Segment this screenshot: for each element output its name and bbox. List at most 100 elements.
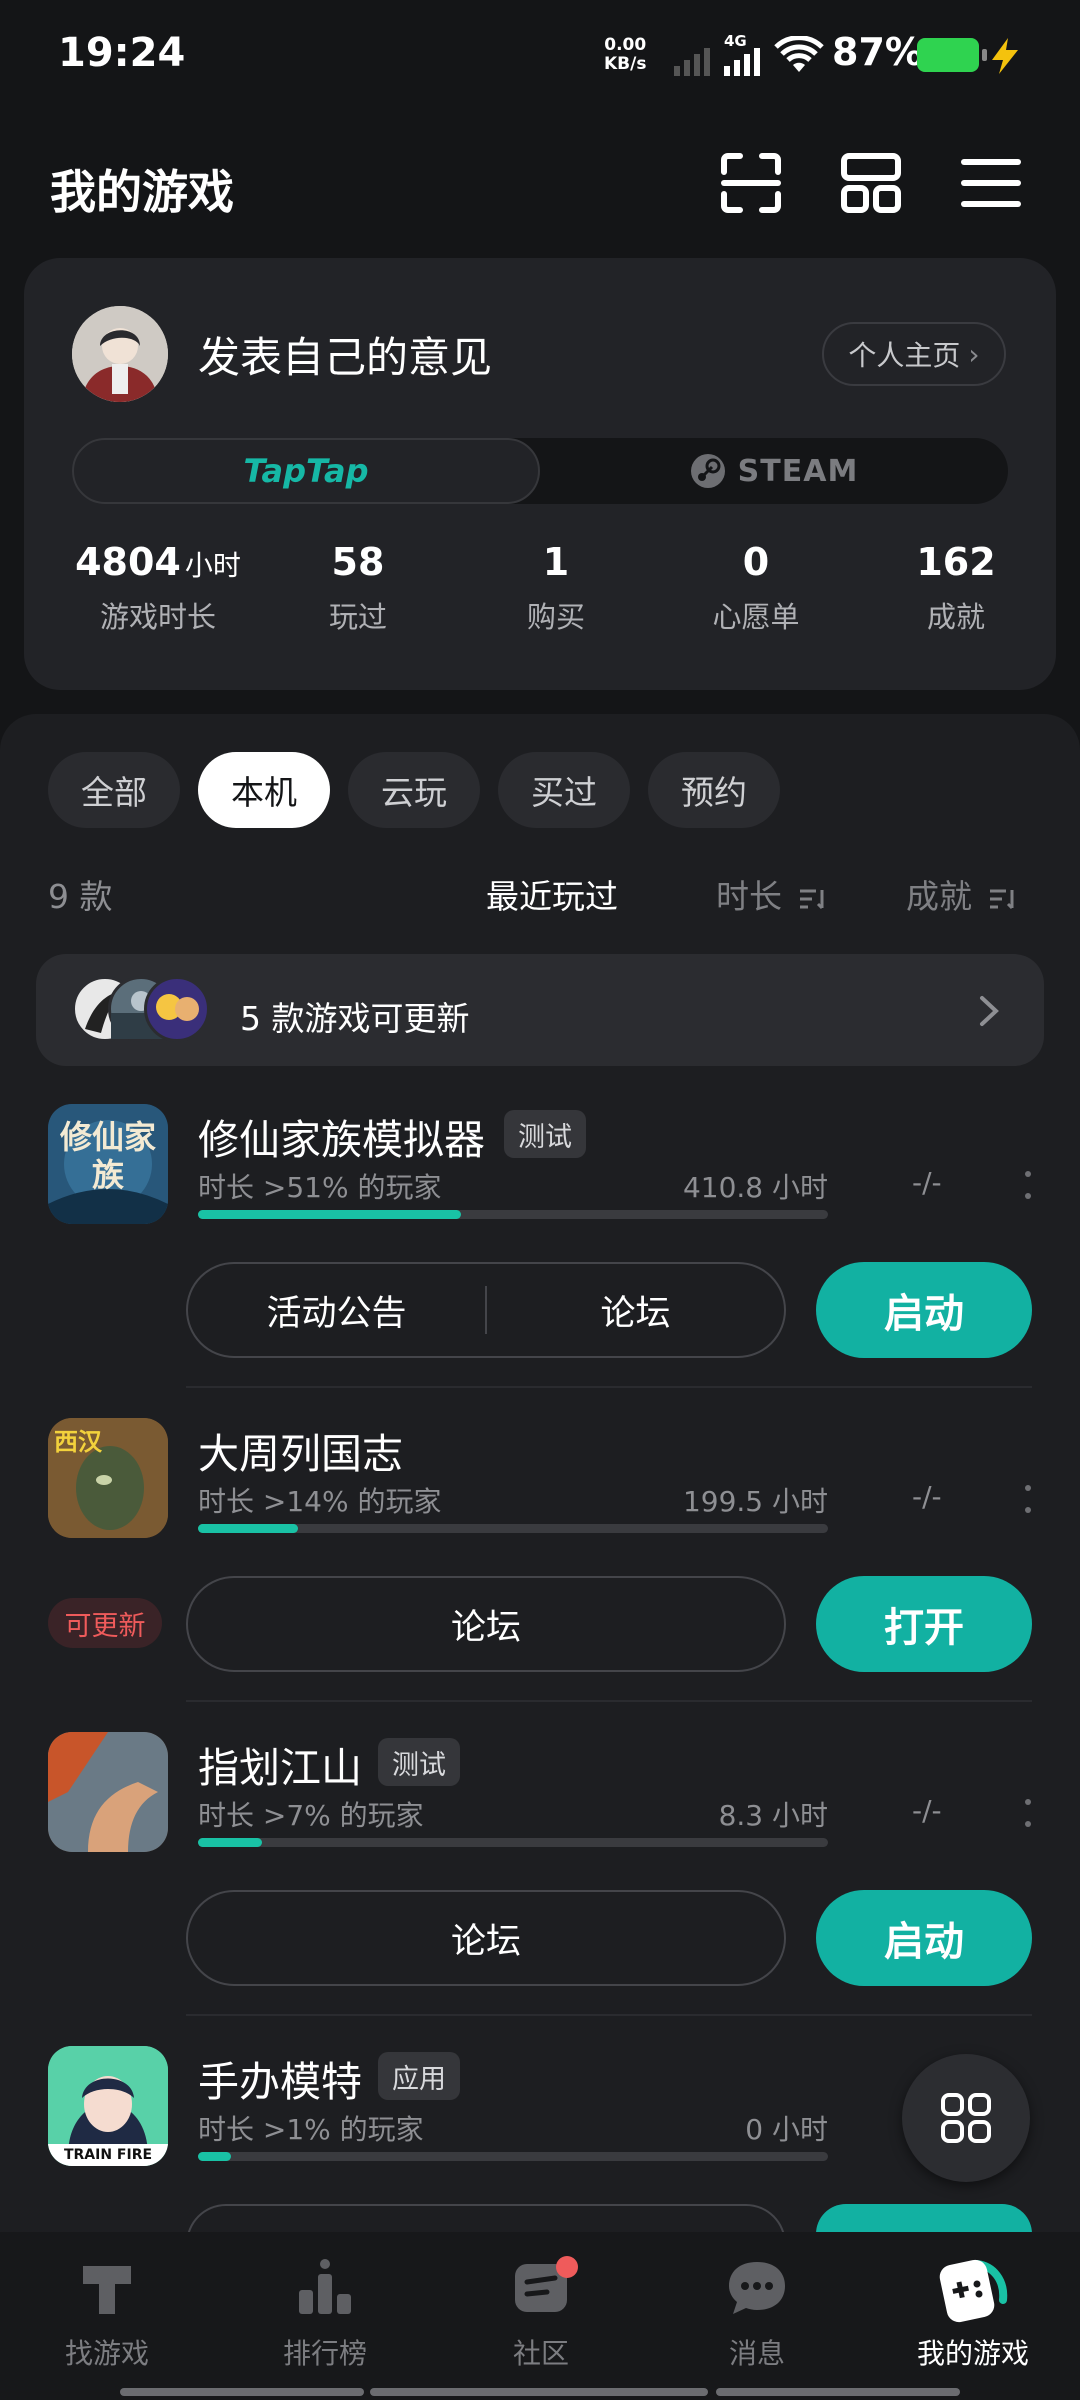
- game-playtime-rank: 时长 >14% 的玩家: [198, 1485, 442, 1518]
- stat-played[interactable]: 58 玩过: [268, 540, 448, 636]
- avatar[interactable]: [72, 306, 168, 402]
- update-badge[interactable]: 可更新: [48, 1598, 162, 1648]
- gesture-bar: [370, 2388, 708, 2396]
- game-icon-text: 修仙家族: [59, 1118, 156, 1194]
- announcement-button[interactable]: 活动公告: [188, 1285, 485, 1336]
- filter-reserved[interactable]: 预约: [648, 752, 780, 828]
- chevron-right-icon: ›: [968, 337, 980, 371]
- signal-weak-icon: [674, 48, 710, 76]
- game-achievements: -/-: [912, 1166, 942, 1199]
- stat-achievements[interactable]: 162 成就: [866, 540, 1046, 636]
- game-achievements: -/-: [912, 1794, 942, 1827]
- wifi-icon: [774, 36, 824, 72]
- playtime-bar: [198, 2152, 828, 2161]
- nav-ranking[interactable]: 排行榜: [240, 2256, 410, 2372]
- battery-percent: 87%: [832, 30, 923, 74]
- launch-button[interactable]: 启动: [816, 1262, 1032, 1358]
- row-divider: [186, 2014, 1032, 2016]
- game-hours: 199.5 小时: [682, 1485, 828, 1518]
- status-time: 19:24: [58, 30, 186, 76]
- game-icon-text: 西汉: [54, 1428, 102, 1456]
- game-tag: 测试: [378, 1738, 460, 1786]
- row-divider: [186, 1386, 1032, 1388]
- game-title[interactable]: 指划江山: [198, 1734, 362, 1794]
- find-games-icon: [83, 2266, 131, 2314]
- forum-button[interactable]: 论坛: [487, 1285, 784, 1336]
- game-hours: 410.8 小时: [682, 1171, 828, 1204]
- game-count: 9 款: [48, 877, 113, 916]
- more-options-icon[interactable]: [1024, 1484, 1032, 1514]
- avatar-image: [72, 306, 168, 402]
- game-playtime-rank: 时长 >51% 的玩家: [198, 1171, 442, 1204]
- username: 发表自己的意见: [198, 333, 493, 382]
- game-icon[interactable]: [48, 1732, 168, 1852]
- game-playtime-rank: 时长 >1% 的玩家: [198, 2113, 424, 2146]
- game-icon[interactable]: 修仙家族: [48, 1104, 168, 1224]
- launch-button[interactable]: 启动: [816, 1890, 1032, 1986]
- platform-steam-tab[interactable]: STEAM: [540, 438, 1008, 504]
- game-playtime-rank: 时长 >7% 的玩家: [198, 1799, 424, 1832]
- forum-button[interactable]: 论坛: [186, 1576, 786, 1672]
- stat-wishlist[interactable]: 0 心愿单: [666, 540, 846, 636]
- forum-button[interactable]: 论坛: [186, 1890, 786, 1986]
- messages-icon: [729, 2262, 785, 2314]
- game-tag: 测试: [504, 1110, 586, 1158]
- game-title[interactable]: 手办模特: [198, 2048, 362, 2108]
- gesture-bar: [716, 2388, 960, 2396]
- sort-icon: [989, 889, 1013, 909]
- game-title[interactable]: 大周列国志: [198, 1420, 403, 1480]
- my-games-icon: [939, 2259, 1008, 2323]
- nav-my-games[interactable]: 我的游戏: [888, 2256, 1058, 2372]
- playtime-bar-fill: [198, 2152, 231, 2161]
- ranking-icon: [299, 2259, 351, 2314]
- nav-find-games[interactable]: 找游戏: [22, 2256, 192, 2372]
- menu-icon[interactable]: [958, 150, 1024, 216]
- stat-playtime[interactable]: 4804 小时 游戏时长: [48, 540, 268, 636]
- sort-recent[interactable]: 最近玩过: [486, 870, 618, 918]
- game-tag: 应用: [378, 2052, 460, 2100]
- scan-icon[interactable]: [718, 150, 784, 216]
- game-icon[interactable]: 西汉: [48, 1418, 168, 1538]
- game-actions: 活动公告 论坛: [186, 1262, 786, 1358]
- game-hours: 0 小时: [745, 2113, 828, 2146]
- stat-purchased[interactable]: 1 购买: [466, 540, 646, 636]
- nav-messages[interactable]: 消息: [672, 2256, 842, 2372]
- game-achievements: -/-: [912, 1480, 942, 1513]
- update-game-icon: [144, 976, 210, 1042]
- page-title: 我的游戏: [50, 165, 234, 219]
- chevron-right-icon: [980, 996, 999, 1026]
- launch-button[interactable]: [816, 2204, 1032, 2234]
- sort-icon: [799, 889, 823, 909]
- game-title[interactable]: 修仙家族模拟器: [198, 1106, 485, 1166]
- filter-cloud[interactable]: 云玩: [348, 752, 480, 828]
- filter-all[interactable]: 全部: [48, 752, 180, 828]
- filter-local[interactable]: 本机: [198, 752, 330, 828]
- charging-icon: [992, 38, 1018, 74]
- game-icon-caption: TRAIN FIRE: [48, 2144, 168, 2166]
- notification-dot: [556, 2256, 578, 2278]
- more-options-icon[interactable]: [1024, 1798, 1032, 1828]
- game-icon-art: [48, 1732, 168, 1852]
- sort-achievement[interactable]: 成就: [906, 870, 1017, 918]
- status-bar: 19:24 0.00 KB/s 4G 87%: [0, 0, 1080, 110]
- character-thumbnail: [156, 994, 199, 1021]
- platform-taptap-tab[interactable]: TapTap: [72, 438, 540, 504]
- open-button[interactable]: 打开: [816, 1576, 1032, 1672]
- net-speed: 0.00 KB/s: [604, 35, 647, 74]
- steam-icon: [690, 454, 725, 488]
- playtime-bar: [198, 1838, 828, 1847]
- filter-bought[interactable]: 买过: [498, 752, 630, 828]
- homepage-button[interactable]: 个人主页 ›: [822, 322, 1006, 386]
- signal-strong-icon: [724, 48, 760, 76]
- game-hours: 8.3 小时: [718, 1799, 828, 1832]
- playtime-bar-fill: [198, 1524, 298, 1533]
- layout-icon[interactable]: [838, 150, 904, 216]
- sort-duration[interactable]: 时长: [716, 870, 827, 918]
- playtime-bar-fill: [198, 1838, 262, 1847]
- gesture-bar: [120, 2388, 364, 2396]
- grid-view-button[interactable]: [902, 2054, 1030, 2182]
- more-options-icon[interactable]: [1024, 1170, 1032, 1200]
- nav-community[interactable]: 社区: [456, 2256, 626, 2372]
- game-icon[interactable]: TRAIN FIRE: [48, 2046, 168, 2166]
- playtime-bar-fill: [198, 1210, 461, 1219]
